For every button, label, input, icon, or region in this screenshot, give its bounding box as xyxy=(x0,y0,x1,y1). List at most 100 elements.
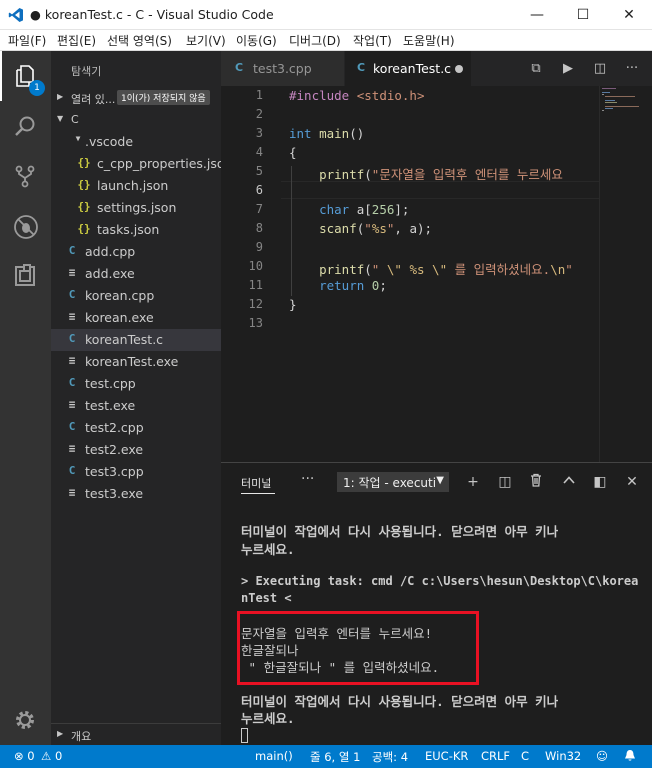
current-function[interactable]: main() xyxy=(255,749,293,763)
exe-file-icon: ≡ xyxy=(68,266,76,279)
tree-item[interactable]: C korean.cpp xyxy=(51,285,221,307)
run-icon[interactable]: ▶ xyxy=(559,60,577,78)
tree-item[interactable]: {} settings.json xyxy=(51,197,221,219)
open-editors-section[interactable]: ▶ 열려 있... 1이(가) 저장되지 않음 xyxy=(51,87,221,109)
outline-section[interactable]: ▶ 개요 xyxy=(51,723,221,746)
code-line: char a[256]; xyxy=(319,202,410,217)
maximize-button[interactable]: ☐ xyxy=(560,0,606,30)
feedback-smiley-icon[interactable]: ☺ xyxy=(596,749,608,763)
folder-label: C xyxy=(71,113,79,126)
warning-count: 0 xyxy=(54,749,63,763)
extensions-activity[interactable] xyxy=(0,251,51,301)
encoding[interactable]: EUC-KR xyxy=(425,749,468,763)
tree-item-label: korean.exe xyxy=(85,310,154,325)
tree-item[interactable]: C add.cpp xyxy=(51,241,221,263)
line-number: 13 xyxy=(248,316,263,330)
menu-selection[interactable]: 선택 영역(S) xyxy=(107,32,172,49)
tree-item[interactable]: ≡ korean.exe xyxy=(51,307,221,329)
code-line: #include <stdio.h> xyxy=(289,88,425,103)
tree-item-vscode-folder[interactable]: ▼ .vscode xyxy=(51,131,221,153)
tab-label: koreanTest.c xyxy=(373,61,452,76)
code-editor[interactable]: 1 2 3 4 5 6 7 8 9 10 11 12 13 #include <… xyxy=(221,86,652,462)
expanded-arrow-icon: ▼ xyxy=(57,114,64,123)
language-mode[interactable]: C xyxy=(521,749,529,763)
platform[interactable]: Win32 xyxy=(545,749,581,763)
tree-item-label: test3.cpp xyxy=(85,464,144,479)
tree-item[interactable]: C test2.cpp xyxy=(51,417,221,439)
explorer-sidebar: 탐색기 ▶ 열려 있... 1이(가) 저장되지 않음 ▼ C ▼ .vscod… xyxy=(51,51,221,745)
title-bar: ● koreanTest.c - C - Visual Studio Code … xyxy=(0,0,652,30)
cursor-position[interactable]: 줄 6, 열 1 xyxy=(310,749,360,765)
bell-glyph xyxy=(625,750,635,761)
trash-icon[interactable] xyxy=(527,473,545,491)
code-line: printf(" \" %s \" 를 입력하셨네요.\n" xyxy=(319,262,573,277)
terminal-line: 누르세요. xyxy=(241,542,295,557)
tree-item[interactable]: ≡ test2.exe xyxy=(51,439,221,461)
tab-koreantest-c[interactable]: C koreanTest.c xyxy=(345,51,471,86)
tree-item-label: koreanTest.exe xyxy=(85,354,179,369)
exe-file-icon: ≡ xyxy=(68,486,76,499)
menu-view[interactable]: 보기(V) xyxy=(186,32,226,49)
bell-icon[interactable] xyxy=(624,749,636,765)
editor-scrollbar[interactable] xyxy=(644,86,652,462)
tree-item[interactable]: ≡ test.exe xyxy=(51,395,221,417)
tab-terminal[interactable]: 터미널 xyxy=(241,475,271,491)
more-actions-icon[interactable]: ··· xyxy=(623,60,641,78)
tree-item[interactable]: {} c_cpp_properties.json xyxy=(51,153,221,175)
json-file-icon: {} xyxy=(77,222,91,235)
minimap[interactable] xyxy=(599,86,645,462)
c-file-icon: C xyxy=(68,332,76,345)
minimize-button[interactable]: — xyxy=(514,0,560,30)
panel-more-button[interactable]: ··· xyxy=(301,471,314,487)
chevron-up-icon[interactable] xyxy=(560,473,578,491)
tree-item[interactable]: C test3.cpp xyxy=(51,461,221,483)
tree-item[interactable]: ≡ test3.exe xyxy=(51,483,221,505)
menu-help[interactable]: 도움말(H) xyxy=(403,32,455,49)
menu-bar: 파일(F) 편집(E) 선택 영역(S) 보기(V) 이동(G) 디버그(D) … xyxy=(0,30,652,51)
search-activity[interactable] xyxy=(0,101,51,151)
menu-file[interactable]: 파일(F) xyxy=(8,32,46,49)
tree-item[interactable]: {} tasks.json xyxy=(51,219,221,241)
unsaved-dot-icon[interactable] xyxy=(455,65,463,73)
menu-debug[interactable]: 디버그(D) xyxy=(289,32,341,49)
tab-test3-cpp[interactable]: C test3.cpp xyxy=(221,51,344,86)
chevron-down-icon: ▼ xyxy=(436,475,444,486)
explorer-activity[interactable]: 1 xyxy=(0,51,51,101)
tree-item[interactable]: ≡ add.exe xyxy=(51,263,221,285)
split-terminal-icon[interactable]: ◫ xyxy=(496,473,514,491)
terminal-line: nTest < xyxy=(241,591,292,605)
source-control-activity[interactable] xyxy=(0,151,51,201)
json-file-icon: {} xyxy=(77,178,91,191)
line-number: 8 xyxy=(255,221,263,235)
new-terminal-icon[interactable]: + xyxy=(464,473,482,491)
line-ending[interactable]: CRLF xyxy=(481,749,510,763)
maximize-panel-icon[interactable]: ◧ xyxy=(591,473,609,491)
menu-go[interactable]: 이동(G) xyxy=(236,32,277,49)
window-title: ● koreanTest.c - C - Visual Studio Code xyxy=(30,7,274,22)
close-panel-icon[interactable]: ✕ xyxy=(623,473,641,491)
tree-item-label: test3.exe xyxy=(85,486,144,501)
split-editor-icon[interactable]: ◫ xyxy=(591,60,609,78)
status-bar: ⊗ 0 ⚠ 0 main() 줄 6, 열 1 공백: 4 EUC-KR CRL… xyxy=(0,745,652,768)
warning-icon: ⚠ xyxy=(41,749,52,763)
vscode-logo-icon xyxy=(8,8,23,22)
tree-item-selected[interactable]: C koreanTest.c xyxy=(51,329,221,351)
indentation[interactable]: 공백: 4 xyxy=(372,749,408,765)
warnings-indicator[interactable]: ⚠ 0 xyxy=(41,749,62,763)
terminal-panel: 터미널 ··· 1: 작업 - executi ▼ + ◫ ◧ ✕ 터미널이 작… xyxy=(221,462,652,745)
tree-item-label: add.cpp xyxy=(85,244,136,259)
close-window-button[interactable]: ✕ xyxy=(606,0,652,30)
unsaved-badge: 1이(가) 저장되지 않음 xyxy=(117,90,210,105)
terminal-select[interactable]: 1: 작업 - executi ▼ xyxy=(337,472,449,492)
menu-edit[interactable]: 편집(E) xyxy=(57,32,96,49)
open-changes-icon[interactable]: ⧉ xyxy=(527,60,545,78)
manage-activity[interactable] xyxy=(0,695,51,745)
debug-activity[interactable] xyxy=(0,201,51,251)
errors-indicator[interactable]: ⊗ 0 xyxy=(14,749,35,763)
folder-section[interactable]: ▼ C xyxy=(51,109,221,131)
tree-item[interactable]: C test.cpp xyxy=(51,373,221,395)
tree-item[interactable]: ≡ koreanTest.exe xyxy=(51,351,221,373)
menu-tasks[interactable]: 작업(T) xyxy=(353,32,392,49)
tree-item[interactable]: {} launch.json xyxy=(51,175,221,197)
terminal-select-value: 1: 작업 - executi xyxy=(343,476,437,490)
